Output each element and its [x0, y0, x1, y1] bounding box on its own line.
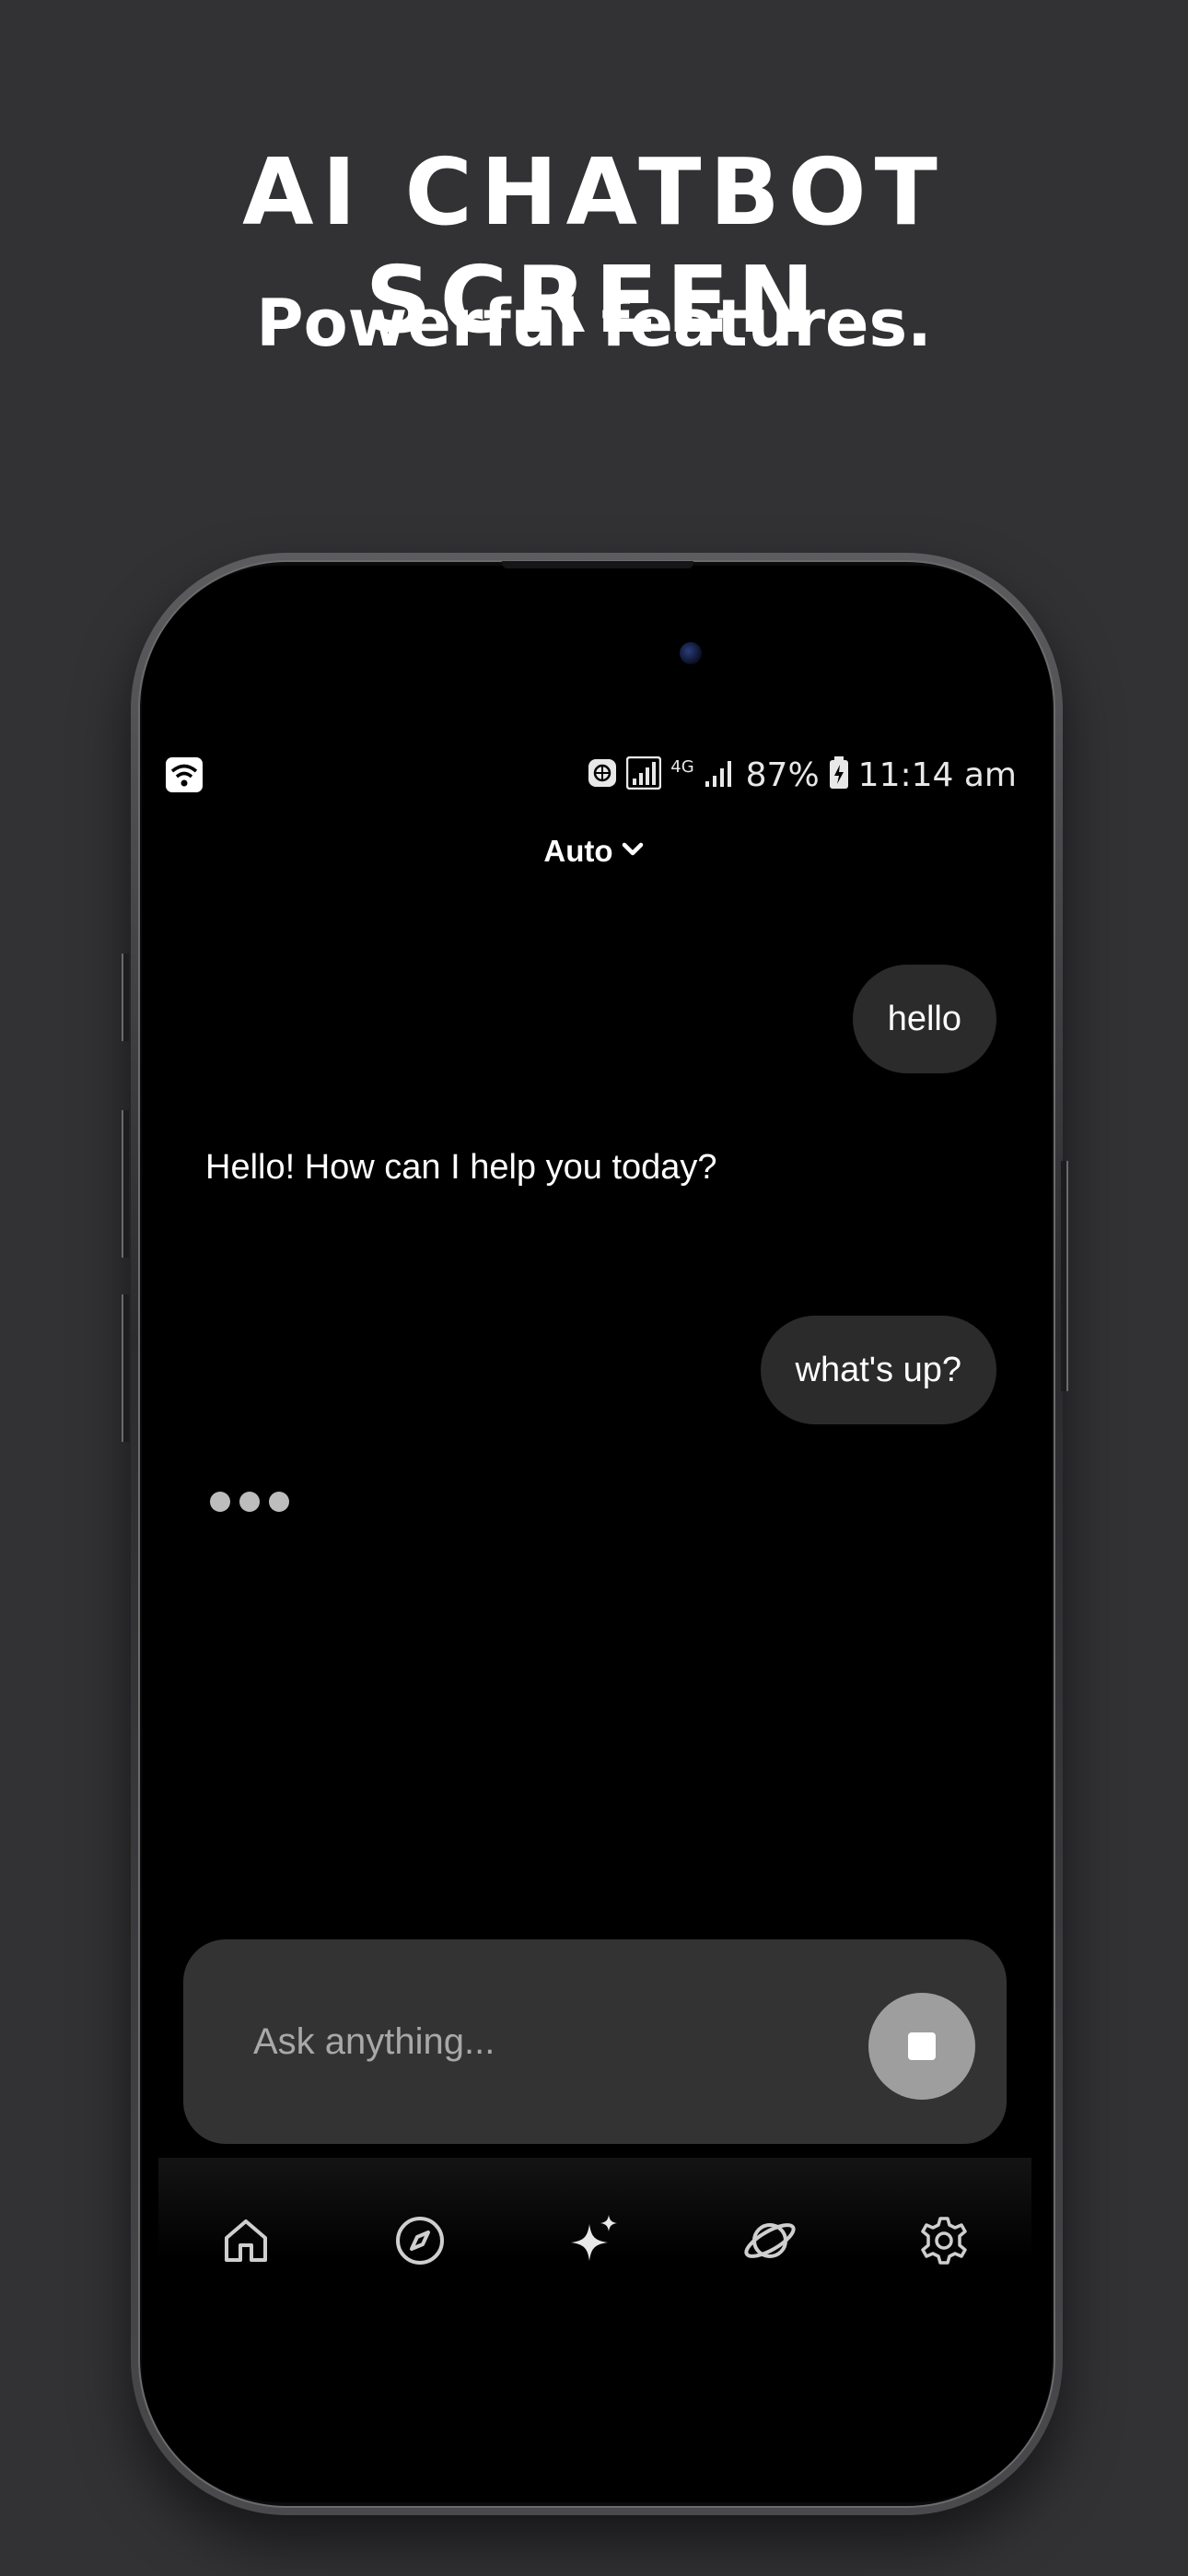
chat-input[interactable] — [251, 2011, 826, 2072]
bottom-navigation — [158, 2158, 1031, 2324]
battery-charging-icon — [829, 756, 849, 793]
typing-dot — [269, 1492, 289, 1512]
typing-dot — [210, 1492, 230, 1512]
action-button — [122, 954, 129, 1041]
power-button — [1061, 1161, 1068, 1391]
speaker-grille — [502, 561, 693, 568]
network-type: 4G — [670, 757, 694, 777]
signal-strength-icon — [704, 757, 737, 792]
planet-icon — [743, 2223, 796, 2258]
user-message-bubble: hello — [852, 965, 996, 1073]
model-selector[interactable]: Auto — [0, 834, 1188, 869]
sparkle-icon — [570, 2215, 617, 2261]
chevron-down-icon — [621, 840, 645, 862]
typing-indicator — [210, 1492, 289, 1512]
volume-up-button — [122, 1110, 129, 1258]
user-message-bubble: what's up? — [760, 1316, 996, 1424]
nav-home[interactable] — [204, 2199, 287, 2282]
chat-input-box — [183, 1939, 1007, 2144]
gear-icon — [921, 2217, 967, 2265]
front-camera — [680, 642, 702, 664]
stop-button[interactable] — [868, 1993, 975, 2100]
compass-icon — [396, 2217, 445, 2265]
status-time: 11:14 am — [857, 755, 1017, 794]
vpn-icon — [588, 758, 617, 791]
wifi-icon — [166, 757, 203, 792]
nav-ai[interactable] — [553, 2199, 636, 2282]
home-icon — [224, 2219, 267, 2262]
nav-discover[interactable] — [728, 2199, 811, 2282]
nav-explore[interactable] — [379, 2199, 461, 2282]
model-selector-label: Auto — [543, 834, 613, 868]
battery-percentage: 87% — [745, 755, 820, 794]
nav-settings[interactable] — [903, 2199, 985, 2282]
subheadline: Powerful features. — [256, 286, 932, 361]
signal-box-icon — [626, 755, 662, 793]
stop-icon — [908, 2032, 936, 2060]
status-bar-right: 4G 87% 11:14 am — [588, 754, 1017, 796]
volume-down-button — [122, 1294, 129, 1442]
typing-dot — [239, 1492, 260, 1512]
assistant-message: Hello! How can I help you today? — [205, 1148, 717, 1187]
